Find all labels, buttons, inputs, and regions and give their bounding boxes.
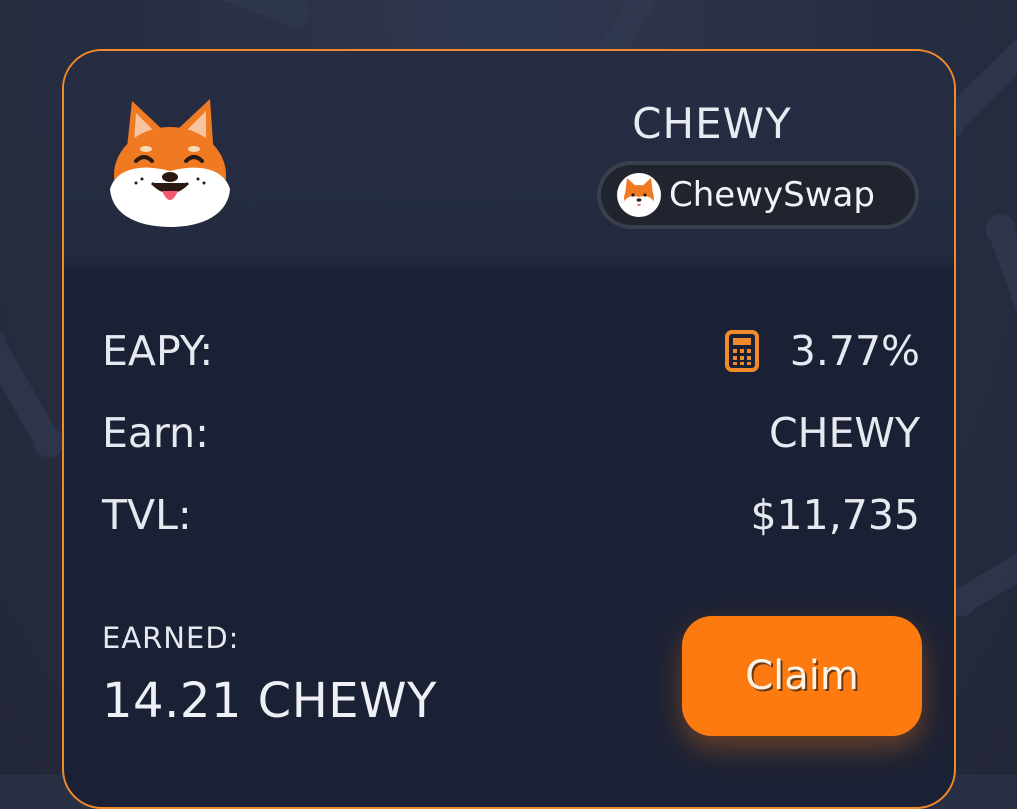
stat-row-tvl: TVL: $11,735: [102, 491, 920, 547]
claim-button[interactable]: Claim: [682, 616, 922, 736]
stat-row-eapy: EAPY: 3.77%: [102, 327, 920, 383]
bone-decoration: [951, 531, 1017, 615]
stat-label: EAPY:: [102, 327, 214, 375]
earned-label: EARNED:: [102, 621, 240, 655]
shiba-inu-dog-icon: [617, 173, 661, 217]
stat-label: Earn:: [102, 409, 209, 457]
earned-amount: 14.21 CHEWY: [102, 673, 437, 729]
card-header: CHEWY ChewySwap: [64, 51, 954, 269]
shiba-inu-dog-icon: [110, 99, 230, 227]
swap-platform-label: ChewySwap: [669, 175, 875, 215]
bone-decoration: [179, 0, 301, 26]
calculator-icon[interactable]: [724, 329, 760, 373]
stat-label: TVL:: [102, 491, 192, 539]
staking-pool-card: CHEWY ChewySwap EAPY: 3.77% Earn: CHEWY …: [62, 49, 956, 809]
stat-value-tvl: $11,735: [750, 491, 920, 539]
bone-decoration: [987, 222, 1017, 344]
stat-row-earn: Earn: CHEWY: [102, 409, 920, 465]
bone-decoration: [0, 334, 62, 452]
stat-value-earn: CHEWY: [769, 409, 920, 457]
stat-value-eapy: 3.77%: [789, 327, 920, 375]
swap-platform-badge[interactable]: ChewySwap: [597, 161, 919, 229]
pool-token-title: CHEWY: [632, 99, 792, 148]
